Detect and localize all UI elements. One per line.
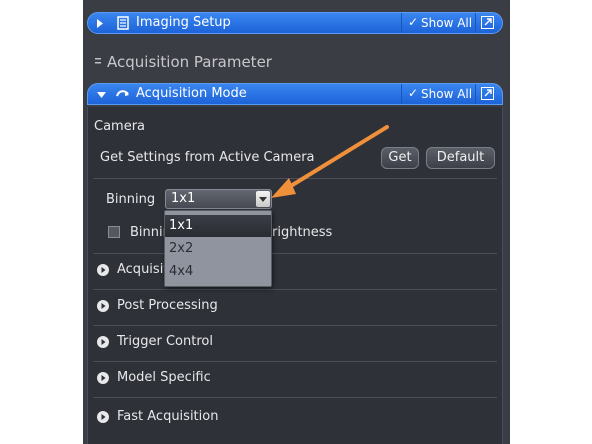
binning-label: Binning (106, 192, 156, 207)
expand-circle-icon[interactable] (97, 264, 109, 276)
acquisition-mode-icon (116, 90, 129, 97)
grip-icon (95, 58, 101, 64)
show-all-label: Show All (421, 87, 473, 101)
section-model-specific[interactable]: Model Specific (117, 370, 211, 385)
divider (93, 289, 497, 290)
default-button[interactable]: Default (426, 147, 495, 169)
expand-circle-icon[interactable] (97, 411, 109, 423)
chevron-down-icon (259, 197, 267, 202)
imaging-setup-icon (117, 16, 129, 30)
acquisition-mode-title: Acquisition Mode (136, 86, 247, 101)
acquisition-parameter-header[interactable]: Acquisition Parameter (93, 52, 503, 72)
divider (93, 253, 497, 254)
imaging-setup-title: Imaging Setup (136, 15, 231, 30)
imaging-setup-header[interactable]: Imaging Setup ✓ Show All (87, 12, 503, 34)
imaging-setup-show-all[interactable]: ✓ Show All (401, 13, 476, 33)
get-settings-label: Get Settings from Active Camera (100, 150, 315, 165)
binning-value: 1x1 (171, 191, 196, 206)
binning-option[interactable]: 1x1 (165, 215, 271, 237)
divider (93, 325, 497, 326)
binning-option[interactable]: 4x4 (165, 261, 271, 283)
divider (93, 397, 497, 398)
divider (93, 178, 497, 179)
section-trigger-control[interactable]: Trigger Control (117, 334, 213, 349)
camera-label: Camera (94, 119, 146, 134)
acquisition-mode-show-all[interactable]: ✓ Show All (401, 84, 476, 104)
expand-circle-icon[interactable] (97, 372, 109, 384)
undock-icon[interactable] (481, 87, 494, 100)
section-fast-acquisition[interactable]: Fast Acquisition (117, 409, 218, 424)
show-all-label: Show All (421, 16, 473, 30)
checkmark-icon: ✓ (408, 15, 419, 29)
expand-circle-icon[interactable] (97, 300, 109, 312)
binning-dropdown-list: 1x1 2x2 4x4 (164, 210, 272, 287)
divider (93, 361, 497, 362)
checkbox-label-right: rightness (272, 225, 333, 240)
dropdown-arrow-button[interactable] (256, 191, 270, 207)
undock-icon[interactable] (481, 16, 494, 29)
expand-circle-icon[interactable] (97, 336, 109, 348)
binning-option[interactable]: 2x2 (165, 238, 271, 260)
binning-select[interactable]: 1x1 (165, 189, 272, 209)
expanded-arrow-icon[interactable] (97, 92, 106, 98)
get-button[interactable]: Get (381, 147, 419, 169)
section-post-processing[interactable]: Post Processing (117, 298, 218, 313)
acquisition-parameter-title: Acquisition Parameter (107, 53, 272, 71)
collapsed-arrow-icon[interactable] (97, 19, 103, 28)
checkmark-icon: ✓ (408, 86, 419, 100)
acquisition-mode-header[interactable]: Acquisition Mode ✓ Show All (87, 83, 503, 105)
binning-checkbox[interactable] (108, 226, 120, 238)
